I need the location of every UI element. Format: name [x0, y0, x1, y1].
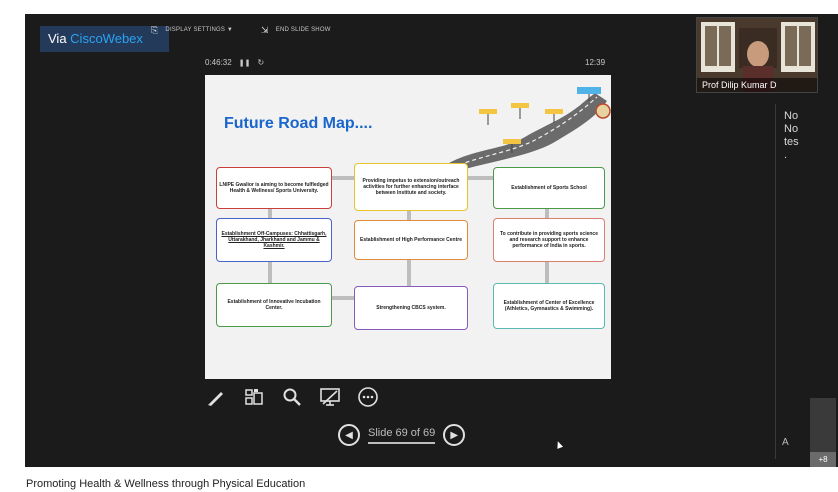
connector: [545, 259, 549, 283]
elapsed-timer: 0:46:32 ❚❚ ↻: [205, 58, 264, 67]
roadmap-item-text: Providing impetus to extension/outreach …: [362, 178, 460, 196]
roadmap-item: Providing impetus to extension/outreach …: [354, 163, 468, 211]
roadmap-item: Establishment of Sports School: [493, 167, 605, 209]
next-slide-button[interactable]: ▶: [443, 424, 466, 446]
connector: [332, 296, 354, 300]
display-settings-icon: ⎘: [151, 25, 159, 35]
roadmap-item-text: LNIPE Gwalior is aiming to become fulfle…: [219, 182, 329, 194]
roadmap-item-text: Strengthening CBCS system.: [376, 305, 446, 311]
mouse-cursor: [554, 440, 564, 449]
roadmap-item-text: Establishment of Center of Excellence (A…: [503, 300, 595, 312]
road-map-illustration: [449, 87, 611, 169]
end-slideshow-icon: ⇲: [261, 25, 269, 35]
pen-icon[interactable]: [205, 386, 227, 408]
roadmap-item: Establishment of High Performance Centre: [354, 220, 468, 260]
roadmap-item-text: To contribute in providing sports scienc…: [500, 231, 598, 249]
display-settings-label: DISPLAY SETTINGS ▼: [165, 27, 234, 33]
present-screen-icon[interactable]: [319, 386, 341, 408]
brand-prefix: Via: [48, 31, 71, 46]
more-participants-badge[interactable]: +8: [810, 452, 836, 467]
session-caption: Promoting Health & Wellness through Phys…: [26, 478, 306, 490]
end-slide-show-label: END SLIDE SHOW: [275, 27, 331, 33]
roadmap-item: LNIPE Gwalior is aiming to become fulfle…: [216, 167, 332, 209]
roadmap-item: Strengthening CBCS system.: [354, 286, 468, 330]
previous-slide-button[interactable]: ◀: [338, 424, 360, 446]
refresh-icon[interactable]: ↻: [257, 58, 264, 67]
slide-counter: Slide 69 of 69: [368, 427, 436, 444]
pause-icon[interactable]: ❚❚: [239, 59, 251, 67]
roadmap-item-text: Establishment of Sports School: [511, 185, 587, 191]
roadmap-item: Establishment of Center of Excellence (A…: [493, 283, 605, 329]
roadmap-item: To contribute in providing sports scienc…: [493, 218, 605, 262]
font-size-button[interactable]: A: [782, 437, 789, 448]
participant-name: Prof Dilip Kumar D: [697, 78, 817, 92]
more-icon[interactable]: [357, 386, 379, 408]
notes-text: No No tes .: [784, 110, 799, 161]
thumbnails-icon[interactable]: [243, 386, 265, 408]
slide-canvas: Future Road Map.... LNIPE Gwalior is aim…: [205, 75, 611, 379]
slide-navigation: ◀ Slide 69 of 69 ▶: [338, 424, 466, 446]
roadmap-item-text: Establishment of High Performance Centre: [360, 237, 462, 243]
zoom-icon[interactable]: [281, 386, 303, 408]
annotation-toolbar: [205, 386, 379, 408]
clock: 12:39: [585, 58, 606, 67]
slide-title: Future Road Map....: [224, 115, 373, 132]
roadmap-item-text: Establishment of Innovative Incubation C…: [227, 299, 321, 311]
connector: [268, 259, 272, 283]
end-slide-show-button[interactable]: ⇲ END SLIDE SHOW: [261, 24, 331, 36]
elapsed-time: 0:46:32: [205, 58, 232, 67]
scroll-area[interactable]: [810, 398, 836, 458]
webex-player: Via CiscoWebex ⎘ DISPLAY SETTINGS ▼ ⇲ EN…: [25, 14, 838, 467]
connector: [407, 256, 411, 286]
display-settings-button[interactable]: ⎘ DISPLAY SETTINGS ▼: [151, 24, 233, 36]
roadmap-item: Establishment Off-Campuses: Chhattisgarh…: [216, 218, 332, 262]
participant-video[interactable]: Prof Dilip Kumar D: [696, 17, 818, 93]
roadmap-item: Establishment of Innovative Incubation C…: [216, 283, 332, 327]
webex-brand: Via CiscoWebex: [40, 26, 169, 52]
roadmap-item-text: Establishment Off-Campuses: Chhattisgarh…: [221, 231, 327, 249]
brand-name: CiscoWebex: [70, 31, 143, 46]
